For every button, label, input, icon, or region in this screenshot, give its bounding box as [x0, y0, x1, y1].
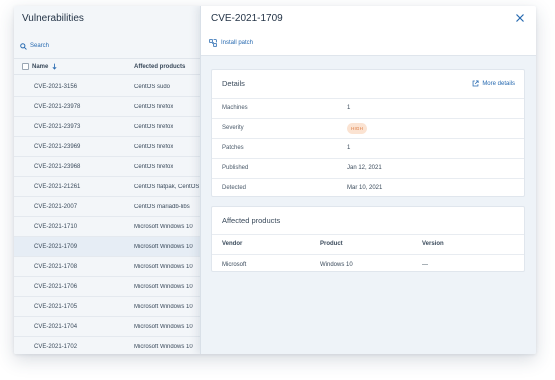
- table-row[interactable]: CVE-2021-1704 Microsoft Windows 10: [14, 317, 200, 337]
- table-row[interactable]: CVE-2021-3156 CentOS sudo: [14, 77, 200, 97]
- affected-product: Microsoft Windows 10: [134, 263, 193, 270]
- cve-id: CVE-2021-1706: [34, 283, 78, 290]
- field-label: Machines: [222, 105, 248, 111]
- detail-header: CVE-2021-1709 Install patch: [201, 6, 536, 56]
- column-header-vendor: Vendor: [222, 241, 243, 247]
- affected-products-title: Affected products: [222, 216, 281, 225]
- table-row-selected[interactable]: CVE-2021-1709 Microsoft Windows 10: [14, 237, 200, 257]
- vulnerability-detail-panel: CVE-2021-1709 Install patch Details More…: [200, 6, 536, 354]
- field-label: Published: [222, 165, 249, 171]
- details-card: Details More details Machines 1 Severity…: [211, 69, 525, 197]
- column-header-affected-products[interactable]: Affected products: [134, 64, 185, 70]
- cve-id: CVE-2021-2007: [34, 203, 78, 210]
- cve-id: CVE-2021-1708: [34, 263, 78, 270]
- field-label: Patches: [222, 145, 244, 151]
- details-card-title: Details: [222, 79, 245, 88]
- affected-product: Microsoft Windows 10: [134, 243, 193, 250]
- affected-products-card: Affected products Vendor Product Version…: [211, 206, 525, 272]
- close-icon[interactable]: [514, 12, 526, 24]
- field-patches: Patches 1: [212, 138, 524, 158]
- search-label: Search: [30, 43, 50, 49]
- affected-product: Microsoft Windows 10: [134, 223, 193, 230]
- field-value: Mar 10, 2021: [347, 185, 383, 191]
- sort-down-arrow-icon: [52, 63, 57, 70]
- search-icon: [20, 42, 27, 50]
- cve-id: CVE-2021-1709: [34, 243, 78, 250]
- list-title: Vulnerabilities: [22, 13, 84, 24]
- more-details-label: More details: [482, 80, 515, 87]
- cve-id: CVE-2021-23978: [34, 103, 81, 110]
- divider: [212, 234, 524, 235]
- field-severity: Severity HIGH: [212, 118, 524, 138]
- field-value: Jan 12, 2021: [347, 165, 382, 171]
- more-details-link[interactable]: More details: [472, 80, 515, 87]
- cve-id: CVE-2021-1704: [34, 323, 78, 330]
- external-link-icon: [472, 80, 479, 87]
- table-row[interactable]: CVE-2021-1708 Microsoft Windows 10: [14, 257, 200, 277]
- field-value: 1: [347, 105, 351, 111]
- affected-product: Microsoft Windows 10: [134, 283, 193, 290]
- affected-product: Microsoft Windows 10: [134, 323, 193, 330]
- column-header-name[interactable]: Name: [32, 63, 57, 70]
- field-value: 1: [347, 145, 351, 151]
- affected-product: CentOS sudo: [134, 83, 171, 90]
- affected-product: CentOS firefox: [134, 103, 174, 110]
- detail-title: CVE-2021-1709: [211, 13, 283, 24]
- affected-product: Microsoft Windows 10: [134, 343, 193, 350]
- field-label: Severity: [222, 125, 244, 131]
- cve-id: CVE-2021-3156: [34, 83, 78, 90]
- affected-product: Microsoft Windows 10: [134, 303, 193, 310]
- vulnerabilities-list-panel: Vulnerabilities Search Name Affected pro…: [14, 6, 200, 354]
- field-label: Detected: [222, 185, 247, 191]
- cve-id: CVE-2021-1702: [34, 343, 78, 350]
- vulnerability-rows: CVE-2021-3156 CentOS sudo CVE-2021-23978 C…: [14, 77, 200, 354]
- cve-id: CVE-2021-23973: [34, 123, 81, 130]
- select-all-checkbox[interactable]: [22, 63, 29, 70]
- product-cell: Windows 10: [320, 262, 353, 268]
- table-row[interactable]: CVE-2021-23973 CentOS firefox: [14, 117, 200, 137]
- affected-product: CentOS firefox: [134, 143, 174, 150]
- severity-badge: HIGH: [347, 123, 368, 134]
- cve-id: CVE-2021-23969: [34, 143, 81, 150]
- table-row[interactable]: CVE-2021-1702 Microsoft Windows 10: [14, 337, 200, 354]
- cve-id: CVE-2021-23968: [34, 163, 81, 170]
- affected-product: CentOS firefox: [134, 123, 174, 130]
- install-patch-label: Install patch: [221, 40, 254, 46]
- install-patch-button[interactable]: Install patch: [209, 39, 253, 47]
- table-row[interactable]: CVE-2021-23978 CentOS firefox: [14, 97, 200, 117]
- affected-product: CentOS firefox: [134, 163, 174, 170]
- field-machines: Machines 1: [212, 98, 524, 118]
- app-window: Vulnerabilities Search Name Affected pro…: [14, 6, 536, 354]
- field-published: Published Jan 12, 2021: [212, 158, 524, 178]
- table-row[interactable]: CVE-2021-23969 CentOS firefox: [14, 137, 200, 157]
- table-row[interactable]: CVE-2021-23968 CentOS firefox: [14, 157, 200, 177]
- column-header-product: Product: [320, 241, 343, 247]
- affected-product: CentOS flatpak, CentOS: [134, 183, 200, 190]
- table-row[interactable]: CVE-2021-1710 Microsoft Windows 10: [14, 217, 200, 237]
- field-detected: Detected Mar 10, 2021: [212, 178, 524, 198]
- table-row[interactable]: CVE-2021-1706 Microsoft Windows 10: [14, 277, 200, 297]
- vendor-cell: Microsoft: [222, 262, 247, 268]
- table-row[interactable]: CVE-2021-1705 Microsoft Windows 10: [14, 297, 200, 317]
- cve-id: CVE-2021-21261: [34, 183, 81, 190]
- cve-id: CVE-2021-1710: [34, 223, 78, 230]
- column-name-label: Name: [32, 63, 49, 70]
- version-cell: —: [422, 262, 428, 268]
- install-patch-icon: [209, 39, 217, 47]
- table-row[interactable]: CVE-2021-21261 CentOS flatpak, CentOS: [14, 177, 200, 197]
- affected-product: CentOS mariadb-libs: [134, 203, 190, 210]
- divider: [212, 254, 524, 255]
- cve-id: CVE-2021-1705: [34, 303, 78, 310]
- search-button[interactable]: Search: [20, 40, 49, 52]
- column-header-version: Version: [422, 241, 444, 247]
- table-row[interactable]: CVE-2021-2007 CentOS mariadb-libs: [14, 197, 200, 217]
- list-header: Name Affected products: [14, 58, 200, 75]
